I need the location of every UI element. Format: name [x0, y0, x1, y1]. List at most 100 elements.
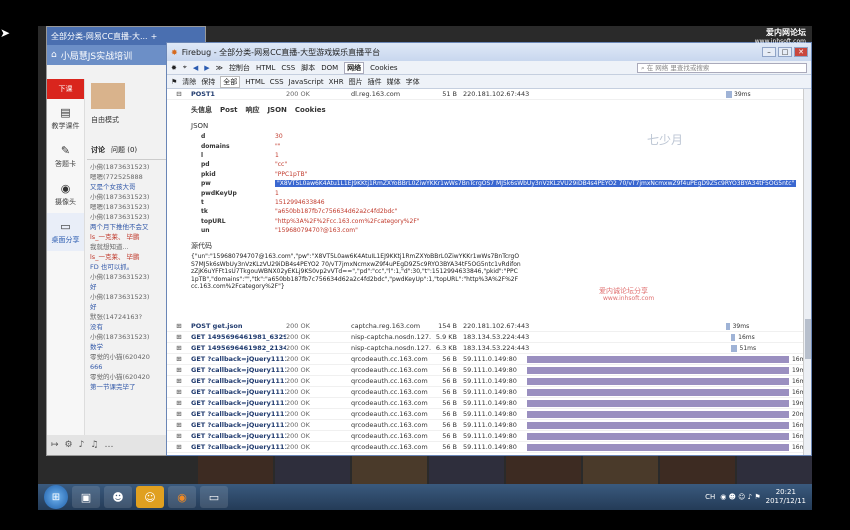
expand-icon[interactable]: ⊞ [167, 443, 191, 451]
language-indicator[interactable]: CH [705, 493, 715, 501]
settings-icon[interactable]: ⚙ [65, 440, 73, 450]
tab-questions[interactable]: 问题 (0) [111, 145, 137, 155]
filter-images[interactable]: 图片 [349, 77, 363, 87]
taskbar-app-firefox[interactable]: ◉ [168, 486, 196, 508]
expand-icon[interactable]: ⊞ [167, 333, 191, 341]
request-row[interactable]: ⊞GET ?callback=jQuery1111200 OKqrcodeaut… [167, 365, 803, 376]
new-tab-button[interactable]: + [151, 32, 158, 41]
bug-icon[interactable]: ✸ [171, 64, 177, 72]
request-row[interactable]: ⊞ GET 1495696461982_21349 200 OK nisp-captc… [167, 343, 803, 354]
back-icon[interactable]: ◀ [193, 64, 198, 72]
expand-icon[interactable]: ⊞ [167, 432, 191, 440]
request-row[interactable]: ⊞GET ?callback=jQuery1111200 OKqrcodeaut… [167, 387, 803, 398]
filter-plugins[interactable]: 插件 [368, 77, 382, 87]
tab-html[interactable]: HTML [256, 64, 275, 72]
expand-icon[interactable]: ⊞ [167, 355, 191, 363]
param-value: "15968079470?@163.com" [275, 227, 358, 235]
home-icon[interactable]: ⌂ [51, 50, 57, 60]
maximize-button[interactable]: □ [778, 47, 792, 57]
request-size: 5.9 KB [435, 333, 457, 341]
tab-console[interactable]: 控制台 [229, 63, 250, 73]
detail-tab-cookies[interactable]: Cookies [295, 106, 326, 114]
json-section-label: JSON [191, 122, 209, 130]
request-row[interactable]: ⊞GET ?callback=jQuery1111200 OKqrcodeaut… [167, 453, 803, 455]
expand-icon[interactable]: ⊞ [167, 322, 191, 330]
detail-tab-response[interactable]: 响应 [245, 105, 259, 115]
end-class-button[interactable]: 下课 [47, 79, 84, 99]
more-icon[interactable]: … [104, 440, 113, 450]
search-input[interactable]: ⌕ 在 网络 里查找或搜索 [637, 62, 807, 73]
forward-icon[interactable]: ↦ [51, 440, 59, 450]
tab-dom[interactable]: DOM [321, 64, 338, 72]
filter-html[interactable]: HTML [245, 78, 264, 86]
persist-button[interactable]: 保持 [201, 77, 215, 87]
filter-xhr[interactable]: XHR [329, 78, 344, 86]
expand-icon[interactable]: ⊞ [167, 454, 191, 455]
detail-tab-json[interactable]: JSON [267, 106, 286, 114]
firebug-icon: ✸ [171, 47, 178, 57]
request-method: GET ?callback=jQuery1111 [191, 432, 286, 440]
firebug-titlebar: ✸ Firebug - 全部分类-网易CC直播-大型游戏娱乐直播平台 – □ ✕ [167, 43, 811, 61]
vertical-scrollbar[interactable] [803, 89, 811, 455]
filter-media[interactable]: 媒体 [387, 77, 401, 87]
console-toggle-icon[interactable]: ≫ [216, 64, 223, 72]
collapse-icon[interactable]: ⊟ [167, 90, 191, 98]
detail-tab-headers[interactable]: 头信息 [191, 105, 212, 115]
expand-icon[interactable]: ⊞ [167, 410, 191, 418]
source-section-label: 源代码 [191, 242, 212, 251]
start-button[interactable]: ⊞ [44, 485, 68, 509]
tray-icons[interactable]: ◉ ☻ ☺ ♪ ⚑ [720, 493, 760, 501]
tab-net[interactable]: 网络 [344, 61, 365, 74]
request-row[interactable]: ⊞GET ?callback=jQuery1111200 OKqrcodeaut… [167, 420, 803, 431]
timeline-cell: 19ms [527, 366, 803, 375]
forward-icon[interactable]: ▶ [204, 64, 209, 72]
taskbar-app-chat[interactable]: ☺ [136, 486, 164, 508]
request-row-expanded[interactable]: ⊟ POST1 200 OK dl.reg.163.com 51 B 220.1… [167, 89, 803, 100]
filter-javascript[interactable]: JavaScript [289, 78, 324, 86]
screen-share-button[interactable]: ▭ 桌面分享 [47, 213, 84, 251]
taskbar-app-cc[interactable]: ▣ [72, 486, 100, 508]
clear-button[interactable]: 清除 [182, 77, 196, 87]
request-row[interactable]: ⊞GET ?callback=jQuery1111200 OKqrcodeaut… [167, 398, 803, 409]
filter-all[interactable]: 全部 [220, 75, 241, 88]
camera-button[interactable]: ◉ 摄像头 [47, 175, 84, 213]
browser-tab[interactable]: 全部分类-网易CC直播-大... [51, 31, 148, 42]
taskbar: ⊞ ▣ ☻ ☺ ◉ ▭ CH ◉ ☻ ☺ ♪ ⚑ 20:21 2017/12/1… [38, 484, 812, 510]
request-row[interactable]: ⊞ POST get.json 200 OK captcha.reg.163.com 1… [167, 321, 803, 332]
room-name: 小局慧JS实战培训 [60, 51, 133, 62]
request-row[interactable]: ⊞GET ?callback=jQuery1111200 OKqrcodeaut… [167, 409, 803, 420]
speaker-icon[interactable]: ♪ [79, 440, 85, 450]
request-row[interactable]: ⊞GET ?callback=jQuery1111200 OKqrcodeaut… [167, 354, 803, 365]
request-size: 154 B [438, 322, 457, 330]
expand-icon[interactable]: ⊞ [167, 366, 191, 374]
tab-cookies[interactable]: Cookies [370, 64, 397, 72]
param-list: d 30 domains "" l 1 pd "cc" pkid "PPC1pTB" pw "X8VT… [191, 132, 803, 235]
filter-fonts[interactable]: 字体 [406, 77, 420, 87]
tab-css[interactable]: CSS [281, 64, 295, 72]
timeline-time: 19ms [791, 366, 803, 374]
minimize-button[interactable]: – [762, 47, 776, 57]
close-button[interactable]: ✕ [794, 47, 808, 57]
request-row[interactable]: ⊞GET ?callback=jQuery1111200 OKqrcodeaut… [167, 442, 803, 453]
detail-tab-post[interactable]: Post [220, 106, 237, 114]
expand-icon[interactable]: ⊞ [167, 377, 191, 385]
courseware-button[interactable]: ▤ 教学课件 [47, 99, 84, 137]
taskbar-app-qq[interactable]: ☻ [104, 486, 132, 508]
inspect-icon[interactable]: ⌖ [183, 63, 187, 72]
request-list: ⊞ POST get.json 200 OK captcha.reg.163.com 1… [167, 321, 803, 455]
expand-icon[interactable]: ⊞ [167, 421, 191, 429]
request-row[interactable]: ⊞ GET 1495696461981_63290 200 OK nisp-captc… [167, 332, 803, 343]
expand-icon[interactable]: ⊞ [167, 399, 191, 407]
request-row[interactable]: ⊞GET ?callback=jQuery1111200 OKqrcodeaut… [167, 376, 803, 387]
filter-css[interactable]: CSS [270, 78, 284, 86]
request-row[interactable]: ⊞GET ?callback=jQuery1111200 OKqrcodeaut… [167, 431, 803, 442]
tab-script[interactable]: 脚本 [301, 63, 315, 73]
tab-discussion[interactable]: 讨论 [91, 145, 105, 155]
answer-card-button[interactable]: ✎ 答题卡 [47, 137, 84, 175]
expand-icon[interactable]: ⊞ [167, 388, 191, 396]
expand-icon[interactable]: ⊞ [167, 344, 191, 352]
clock[interactable]: 20:21 2017/12/11 [766, 488, 806, 506]
request-status: 200 OK [286, 366, 310, 374]
mic-icon[interactable]: ♫ [90, 440, 98, 450]
taskbar-app-window[interactable]: ▭ [200, 486, 228, 508]
